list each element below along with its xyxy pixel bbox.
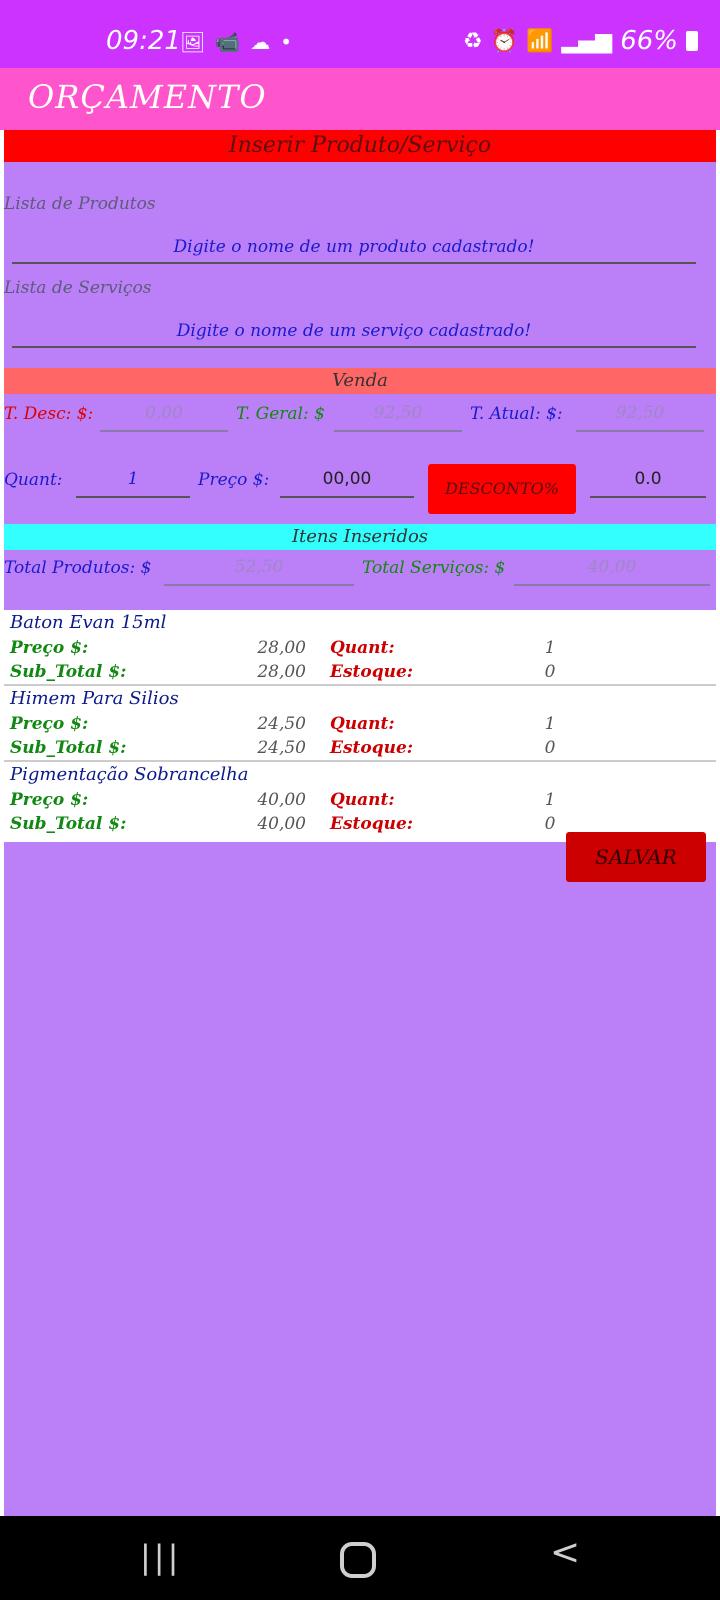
subtotal-label: Sub_Total $: xyxy=(10,662,127,682)
items-list: Baton Evan 15ml Preço $: 28,00 Quant: 1 … xyxy=(4,610,716,842)
venda-section-header: Venda xyxy=(4,368,716,394)
servico-search-input[interactable]: Digite o nome de um serviço cadastrado! xyxy=(12,318,696,348)
status-time: 09:21 xyxy=(106,26,181,56)
subtotal-value: 40,00 xyxy=(257,814,306,834)
item-row-subtotal: Sub_Total $: 24,50 Estoque: 0 xyxy=(10,738,710,760)
produto-placeholder: Digite o nome de um produto cadastrado! xyxy=(173,237,535,257)
servicos-label: Lista de Serviços xyxy=(4,278,152,298)
total-servicos-label: Total Serviços: $ xyxy=(362,558,506,578)
cloud-icon: ☁ xyxy=(250,30,271,54)
estoque-value: 0 xyxy=(544,738,556,758)
total-servicos-field: 40,00 xyxy=(514,552,710,586)
quant-input[interactable]: 1 xyxy=(76,464,190,498)
preco-value: 24,50 xyxy=(257,714,306,734)
battery-icon xyxy=(686,31,698,51)
alarm-icon: ⏰ xyxy=(490,28,519,54)
quant-value: 1 xyxy=(544,714,556,734)
list-item[interactable]: Himem Para Silios Preço $: 24,50 Quant: … xyxy=(4,686,716,762)
main-content: Inserir Produto/Serviço Lista de Produto… xyxy=(4,130,716,1516)
quant-label: Quant: xyxy=(4,470,63,490)
total-atual-label: T. Atual: $: xyxy=(470,404,563,424)
item-name: Himem Para Silios xyxy=(10,688,179,709)
insert-section-header: Inserir Produto/Serviço xyxy=(4,130,716,162)
estoque-label: Estoque: xyxy=(330,814,414,834)
item-row-preco: Preço $: 40,00 Quant: 1 xyxy=(10,790,710,812)
total-geral-label: T. Geral: $ xyxy=(236,404,325,424)
battery-saver-icon: ♻ xyxy=(462,28,483,54)
app-bar: ORÇAMENTO xyxy=(0,68,720,130)
item-name: Pigmentação Sobrancelha xyxy=(10,764,249,785)
preco-value: 28,00 xyxy=(257,638,306,658)
signal-icon: ▂▄▆ xyxy=(561,28,613,54)
back-icon[interactable]: < xyxy=(550,1532,580,1573)
preco-label: Preço $: xyxy=(10,638,89,658)
wifi-icon: 📶 xyxy=(526,28,554,54)
desconto-input[interactable]: 0.0 xyxy=(590,464,706,498)
image-icon: 🖼 xyxy=(180,30,206,54)
save-button[interactable]: SALVAR xyxy=(566,832,706,882)
quant-label: Quant: xyxy=(330,790,395,810)
quant-label: Quant: xyxy=(330,638,395,658)
list-item[interactable]: Pigmentação Sobrancelha Preço $: 40,00 Q… xyxy=(4,762,716,838)
estoque-label: Estoque: xyxy=(330,662,414,682)
estoque-label: Estoque: xyxy=(330,738,414,758)
cctv-icon: 📹 xyxy=(215,30,241,54)
desconto-button[interactable]: DESCONTO% xyxy=(428,464,576,514)
estoque-value: 0 xyxy=(544,662,556,682)
produtos-label: Lista de Produtos xyxy=(4,194,156,214)
total-atual-field: 92,50 xyxy=(576,398,704,432)
home-icon[interactable] xyxy=(340,1542,376,1578)
produto-search-input[interactable]: Digite o nome de um produto cadastrado! xyxy=(12,234,696,264)
subtotal-label: Sub_Total $: xyxy=(10,738,127,758)
item-row-subtotal: Sub_Total $: 28,00 Estoque: 0 xyxy=(10,662,710,684)
quant-value: 1 xyxy=(544,790,556,810)
preco-value: 40,00 xyxy=(257,790,306,810)
subtotal-label: Sub_Total $: xyxy=(10,814,127,834)
status-left-icons: 🖼 📹 ☁ • xyxy=(180,30,292,54)
preco-label: Preço $: xyxy=(10,790,89,810)
preco-label: Preço $: xyxy=(198,470,270,490)
preco-input[interactable]: 00,00 xyxy=(280,464,414,498)
dot-icon: • xyxy=(280,30,293,54)
status-bar: 09:21 🖼 📹 ☁ • ♻ ⏰ 📶 ▂▄▆ 66% xyxy=(0,0,720,68)
total-geral-field: 92,50 xyxy=(334,398,462,432)
total-desconto-label: T. Desc: $: xyxy=(4,404,94,424)
recent-apps-icon[interactable]: ||| xyxy=(140,1538,181,1576)
subtotal-value: 28,00 xyxy=(257,662,306,682)
total-produtos-field: 52,50 xyxy=(164,552,354,586)
total-produtos-label: Total Produtos: $ xyxy=(4,558,152,578)
app-title: ORÇAMENTO xyxy=(28,78,267,116)
subtotal-value: 24,50 xyxy=(257,738,306,758)
quant-label: Quant: xyxy=(330,714,395,734)
battery-percent: 66% xyxy=(620,26,678,56)
itens-section-header: Itens Inseridos xyxy=(4,524,716,550)
quant-value: 1 xyxy=(544,638,556,658)
item-row-preco: Preço $: 24,50 Quant: 1 xyxy=(10,714,710,736)
total-desconto-field: 0,00 xyxy=(100,398,228,432)
preco-label: Preço $: xyxy=(10,714,89,734)
item-name: Baton Evan 15ml xyxy=(10,612,167,633)
estoque-value: 0 xyxy=(544,814,556,834)
status-right-icons: ♻ ⏰ 📶 ▂▄▆ 66% xyxy=(463,26,698,56)
item-row-preco: Preço $: 28,00 Quant: 1 xyxy=(10,638,710,660)
list-item[interactable]: Baton Evan 15ml Preço $: 28,00 Quant: 1 … xyxy=(4,610,716,686)
navigation-bar: ||| < xyxy=(0,1516,720,1600)
servico-placeholder: Digite o nome de um serviço cadastrado! xyxy=(176,321,532,341)
